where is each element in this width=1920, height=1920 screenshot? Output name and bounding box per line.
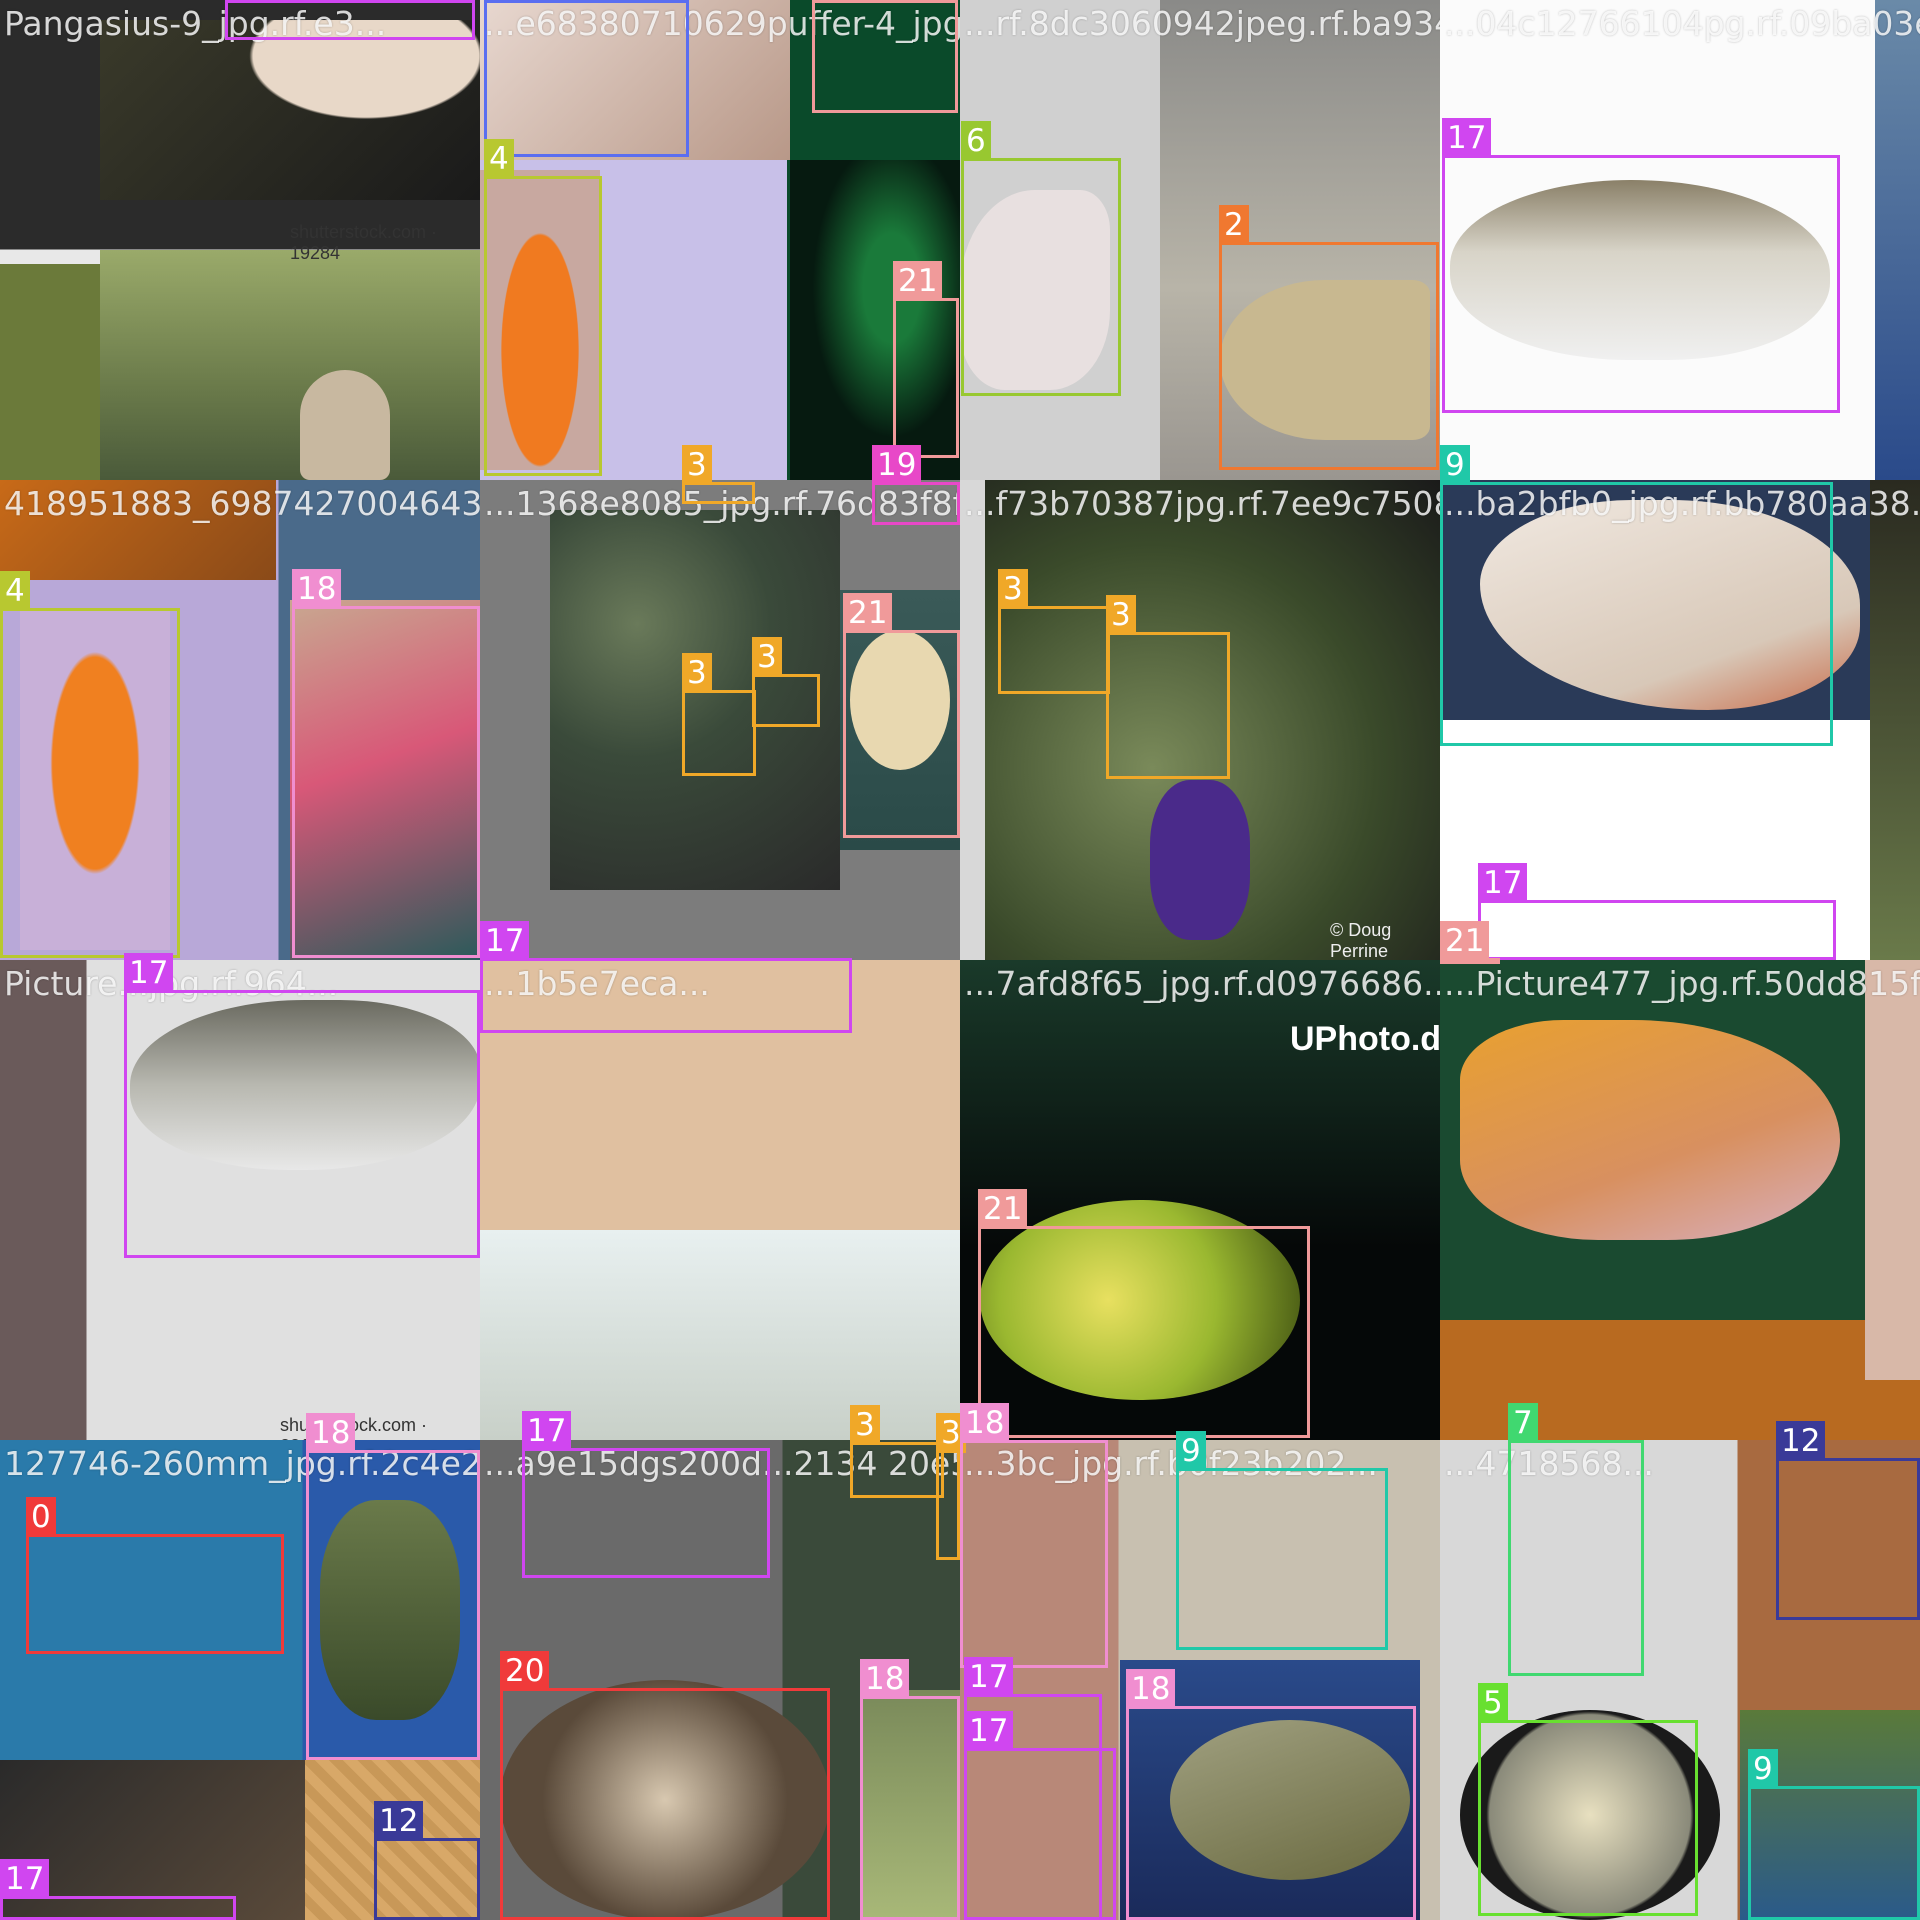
mosaic-tile: ...1b5e7eca... [480, 960, 960, 1440]
tile-title: ...04c12766104pg.rf.09ba03e6... [1444, 4, 1920, 43]
spotted-puffer-shape [980, 1200, 1300, 1400]
photo-region [305, 1760, 480, 1920]
photo-region [100, 20, 480, 200]
photo-region [480, 1230, 960, 1440]
mosaic-tile: ...3bc_jpg.rf.b0f23b202... [960, 1440, 1440, 1920]
photo-region [0, 1760, 305, 1920]
tile-title: ...a9e15dgs200d...2134 20e5... [484, 1444, 960, 1483]
watermark-text: © Doug Perrine [1330, 920, 1392, 960]
mosaic-tile: ...e68380710629puffer-4_jpg.rf... [480, 0, 960, 480]
tile-title: ...1b5e7eca... [484, 964, 710, 1003]
mosaic-tile: 418951883_6987427004643... [0, 480, 480, 960]
tile-title: ...e68380710629puffer-4_jpg.rf... [484, 4, 960, 43]
goldfish-shape [480, 170, 600, 470]
fish-shape [1460, 1020, 1840, 1240]
photo-region [1875, 0, 1920, 480]
tile-title: ...1368e8085_jpg.rf.76d83f8f08... [484, 484, 960, 523]
tile-title: ...7afd8f65_jpg.rf.d0976686... [964, 964, 1440, 1003]
mosaic-tile: shutterstock.com · 22111459 Picture...jp… [0, 960, 480, 1440]
mosaic-tile: ...a9e15dgs200d...2134 20e5... [480, 1440, 960, 1920]
bowl-shape [500, 1680, 830, 1920]
fish-shape [320, 1500, 460, 1720]
fish-shape [1450, 180, 1830, 360]
tile-title: ...f73b70387jpg.rf.7ee9c7508... [964, 484, 1440, 523]
fish-shape [1220, 280, 1430, 440]
mosaic-tile: ...ba2bfb0_jpg.rf.bb780aa38... [1440, 480, 1920, 960]
mosaic-tile: ...1368e8085_jpg.rf.76d83f8f08... [480, 480, 960, 960]
fish-shape [1480, 500, 1860, 710]
mosaic-tile: shutterstock.com · 19284 Pangasius-9_jpg… [0, 0, 480, 480]
mosaic-tile: UPhoto.dk ...7afd8f65_jpg.rf.d0976686... [960, 960, 1440, 1440]
anemone-base [1150, 780, 1250, 940]
tile-title: 418951883_6987427004643... [4, 484, 480, 523]
mosaic-tile: ...Picture477_jpg.rf.50dd815f9... [1440, 960, 1920, 1440]
tile-title: Picture...jpg.rf.964... [4, 964, 339, 1003]
mosaic-tile: 127746-260mm_jpg.rf.2c4e2... [0, 1440, 480, 1920]
fish-shape [960, 190, 1110, 390]
watermark-text: shutterstock.com · 22111459 [280, 1415, 428, 1440]
photo-region [290, 600, 480, 960]
tile-title: ...ba2bfb0_jpg.rf.bb780aa38... [1444, 484, 1920, 523]
photo-region [1870, 480, 1920, 960]
watermark-text: UPhoto.dk [1290, 1020, 1440, 1058]
mosaic-tile: ...4718568... [1440, 1440, 1920, 1920]
fish-shape [850, 630, 950, 770]
anemone-photo [550, 510, 840, 890]
tile-title: ...3bc_jpg.rf.b0f23b202... [964, 1444, 1378, 1483]
person-shape [300, 370, 390, 480]
photo-region [790, 160, 960, 480]
tile-title: ...Picture477_jpg.rf.50dd815f9... [1444, 964, 1920, 1003]
fish-shape [1170, 1720, 1410, 1880]
photo-region [100, 250, 480, 480]
tile-title: ...rf.8dc3060942jpeg.rf.ba9349a... [964, 4, 1440, 43]
fish-shape [130, 1000, 480, 1170]
mosaic-tile: ...rf.8dc3060942jpeg.rf.ba9349a... [960, 0, 1440, 480]
fish-shape [1460, 1710, 1720, 1920]
tile-title: Pangasius-9_jpg.rf.e3... [4, 4, 387, 43]
mosaic-grid: shutterstock.com · 19284 Pangasius-9_jpg… [0, 0, 1920, 1920]
tile-title: 127746-260mm_jpg.rf.2c4e2... [4, 1444, 480, 1483]
watermark-text: shutterstock.com · 19284 [290, 222, 438, 263]
photo-region [960, 480, 985, 960]
photo-region [1865, 960, 1920, 1380]
mosaic-tile: © Doug Perrine ...f73b70387jpg.rf.7ee9c7… [960, 480, 1440, 960]
goldfish-shape [20, 610, 170, 950]
mosaic-tile: ...04c12766104pg.rf.09ba03e6... [1440, 0, 1920, 480]
photo-region [860, 1690, 960, 1920]
photo-region [1740, 1710, 1920, 1920]
tile-title: ...4718568... [1444, 1444, 1654, 1483]
